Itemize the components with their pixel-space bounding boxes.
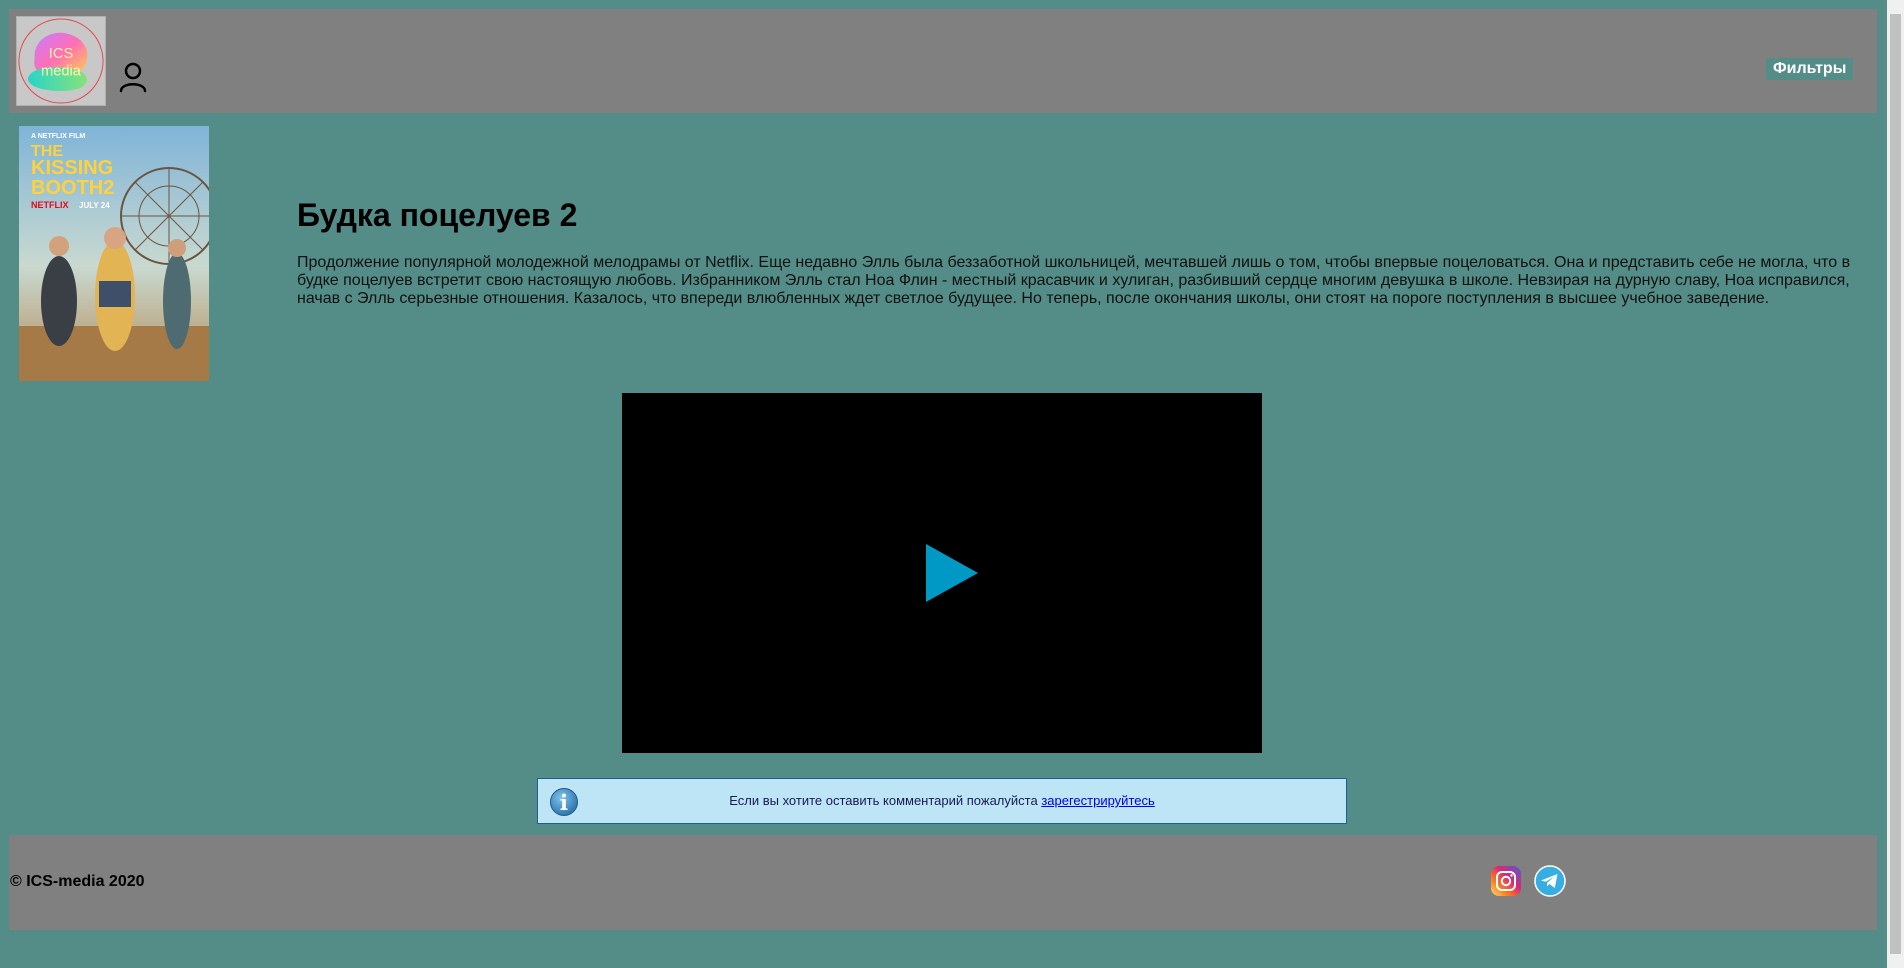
filters-button[interactable]: Фильтры (1766, 58, 1854, 80)
poster-top-text: A NETFLIX FILM (31, 133, 85, 140)
notice-text: Если вы хотите оставить комментарий пожа… (538, 793, 1346, 809)
logo[interactable]: ICS media (16, 16, 106, 106)
logo-image: ICS media (18, 18, 104, 104)
telegram-icon[interactable] (1534, 865, 1566, 897)
copyright: © ICS-media 2020 (10, 873, 145, 890)
movie-poster: A NETFLIX FILM THE KISSING BOOTH2 NETFLI… (19, 126, 209, 381)
movie-title: Будка поцелуев 2 (297, 197, 578, 233)
page: ICS media Фильтры A NETFLIX FILM THE KIS… (0, 0, 1904, 968)
poster-title-line3: BOOTH2 (31, 177, 114, 199)
comment-notice: Если вы хотите оставить комментарий пожа… (537, 778, 1347, 824)
header: ICS media Фильтры (9, 9, 1877, 113)
scrollbar[interactable] (1887, 0, 1904, 968)
scrollbar-thumb[interactable] (1890, 14, 1901, 954)
poster-date: JULY 24 (79, 201, 110, 210)
footer: © ICS-media 2020 (9, 835, 1877, 930)
movie-description: Продолжение популярной молодежной мелодр… (297, 254, 1851, 307)
logo-text-media: media (41, 64, 82, 80)
play-icon[interactable] (924, 542, 980, 604)
user-icon[interactable] (118, 61, 148, 93)
instagram-icon[interactable] (1490, 865, 1522, 897)
poster-title-line2: KISSING (31, 157, 113, 179)
poster-brand: NETFLIX (31, 200, 69, 210)
logo-text-ics: ICS (49, 46, 74, 62)
notice-message: Если вы хотите оставить комментарий пожа… (729, 793, 1042, 808)
video-player[interactable] (622, 393, 1262, 753)
register-link[interactable]: зарегестрируйтесь (1041, 793, 1154, 808)
